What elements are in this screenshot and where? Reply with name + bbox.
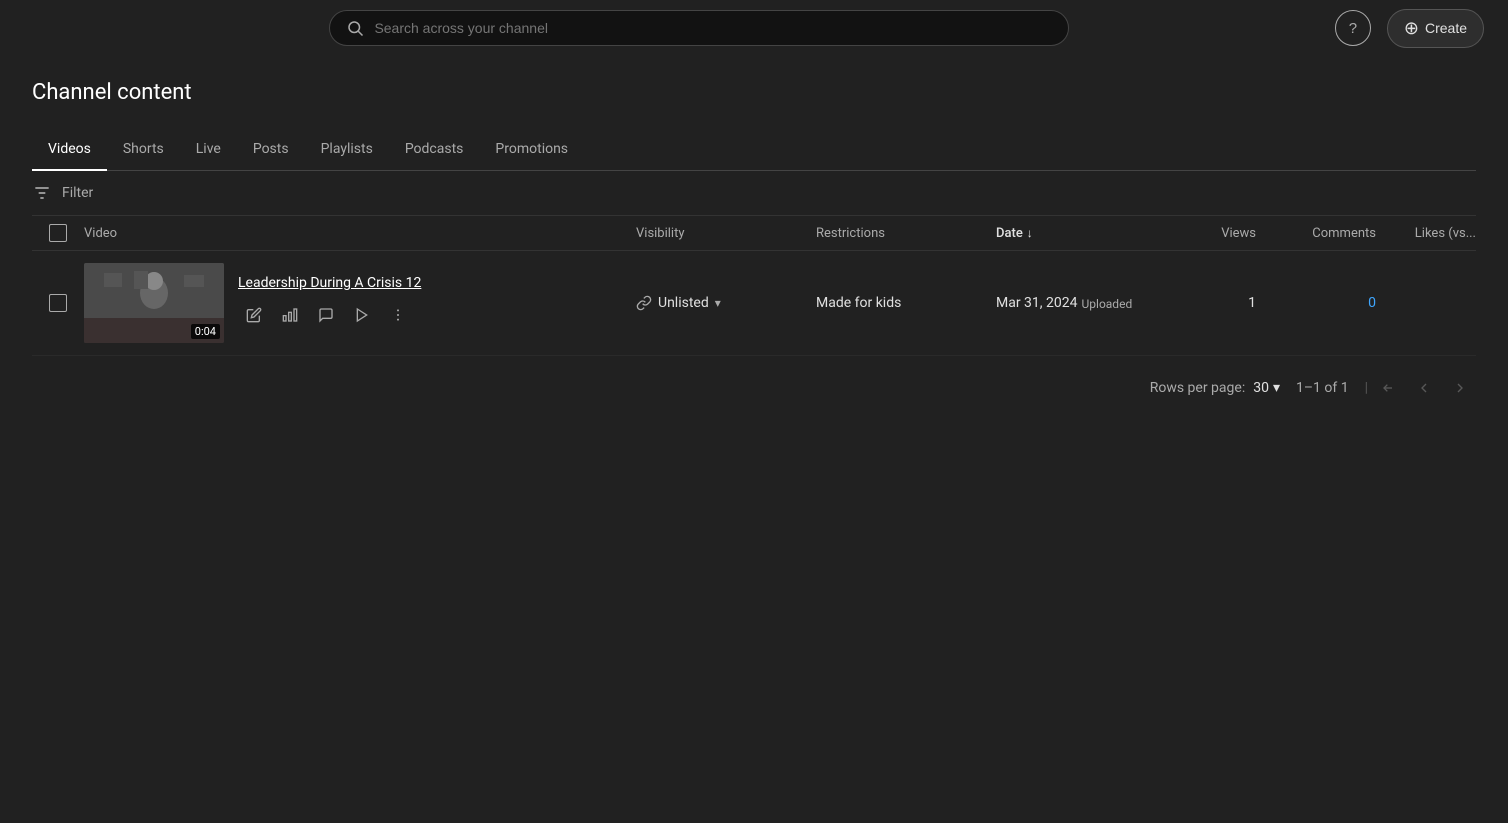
topbar-right: ? ⊕ Create [1335, 9, 1484, 48]
date-sub: Uploaded [1082, 297, 1133, 311]
header-comments-col: Comments [1256, 226, 1376, 241]
date-main: Mar 31, 2024 [996, 295, 1078, 311]
tabs-container: Videos Shorts Live Posts Playlists Podca… [32, 129, 1476, 171]
page-info: 1–1 of 1 [1296, 380, 1349, 396]
tab-playlists[interactable]: Playlists [305, 129, 389, 171]
search-bar[interactable] [329, 10, 1069, 46]
date-cell: Mar 31, 2024 Uploaded [996, 295, 1156, 311]
filter-bar: Filter [32, 171, 1476, 216]
row-checkbox-col [32, 294, 84, 312]
views-cell: 1 [1156, 295, 1256, 311]
link-icon [636, 295, 652, 311]
rows-per-page: Rows per page: 30 ▾ [1150, 380, 1280, 396]
topbar: ? ⊕ Create [0, 0, 1508, 56]
visibility-cell: Unlisted ▾ [636, 295, 816, 311]
first-page-button[interactable] [1372, 372, 1404, 404]
sort-arrow-icon: ↓ [1027, 226, 1033, 240]
filter-icon[interactable] [32, 183, 52, 203]
header-likes-col: Likes (vs... [1376, 226, 1476, 241]
table-row: 0:04 Leadership During A Crisis 12 [32, 251, 1476, 356]
bar-chart-icon [282, 307, 298, 323]
pagination: Rows per page: 30 ▾ 1–1 of 1 | [32, 356, 1476, 420]
tab-videos[interactable]: Videos [32, 129, 107, 171]
rows-per-page-select[interactable]: 30 ▾ [1253, 380, 1280, 396]
page-nav: | [1365, 372, 1476, 404]
play-icon [354, 307, 370, 323]
more-options-button[interactable] [382, 299, 414, 331]
create-label: Create [1425, 20, 1467, 36]
create-button[interactable]: ⊕ Create [1387, 9, 1484, 48]
row-checkbox[interactable] [49, 294, 67, 312]
pipe-separator: | [1365, 380, 1368, 396]
table-header: Video Visibility Restrictions Date ↓ Vie… [32, 216, 1476, 251]
rows-select-chevron-icon: ▾ [1273, 380, 1280, 396]
comments-cell: 0 [1256, 295, 1376, 311]
tab-promotions[interactable]: Promotions [479, 129, 584, 171]
header-visibility-col: Visibility [636, 226, 816, 241]
page-title: Channel content [32, 80, 1476, 105]
edit-button[interactable] [238, 299, 270, 331]
header-video-col: Video [84, 226, 636, 241]
three-dots-icon [390, 307, 406, 323]
first-page-icon [1380, 380, 1396, 396]
create-plus-icon: ⊕ [1404, 18, 1419, 39]
header-date-col[interactable]: Date ↓ [996, 226, 1156, 241]
rows-per-page-label: Rows per page: [1150, 380, 1245, 396]
search-icon [346, 19, 364, 37]
video-info: Leadership During A Crisis 12 [238, 275, 421, 331]
prev-page-icon [1416, 380, 1432, 396]
tab-shorts[interactable]: Shorts [107, 129, 180, 171]
pencil-icon [246, 307, 262, 323]
header-views-col: Views [1156, 226, 1256, 241]
next-page-button[interactable] [1444, 372, 1476, 404]
comments-button[interactable] [310, 299, 342, 331]
visibility-dropdown-icon[interactable]: ▾ [715, 296, 721, 310]
tab-posts[interactable]: Posts [237, 129, 305, 171]
visibility-text: Unlisted [658, 295, 709, 311]
search-input[interactable] [374, 20, 1052, 36]
tab-podcasts[interactable]: Podcasts [389, 129, 480, 171]
tab-live[interactable]: Live [180, 129, 237, 171]
rows-per-page-value: 30 [1253, 380, 1269, 396]
video-cell: 0:04 Leadership During A Crisis 12 [84, 263, 636, 343]
video-duration: 0:04 [191, 324, 220, 339]
comment-icon [318, 307, 334, 323]
help-button[interactable]: ? [1335, 10, 1371, 46]
video-title-link[interactable]: Leadership During A Crisis 12 [238, 275, 421, 291]
prev-page-button[interactable] [1408, 372, 1440, 404]
preview-button[interactable] [346, 299, 378, 331]
thumbnail-wrapper: 0:04 [84, 263, 224, 343]
header-restrictions-col: Restrictions [816, 226, 996, 241]
main-content: Channel content Videos Shorts Live Posts… [0, 56, 1508, 444]
video-actions [238, 299, 421, 331]
restrictions-cell: Made for kids [816, 295, 996, 311]
header-checkbox-col [32, 224, 84, 242]
analytics-button[interactable] [274, 299, 306, 331]
filter-label[interactable]: Filter [62, 185, 93, 201]
select-all-checkbox[interactable] [49, 224, 67, 242]
next-page-icon [1452, 380, 1468, 396]
